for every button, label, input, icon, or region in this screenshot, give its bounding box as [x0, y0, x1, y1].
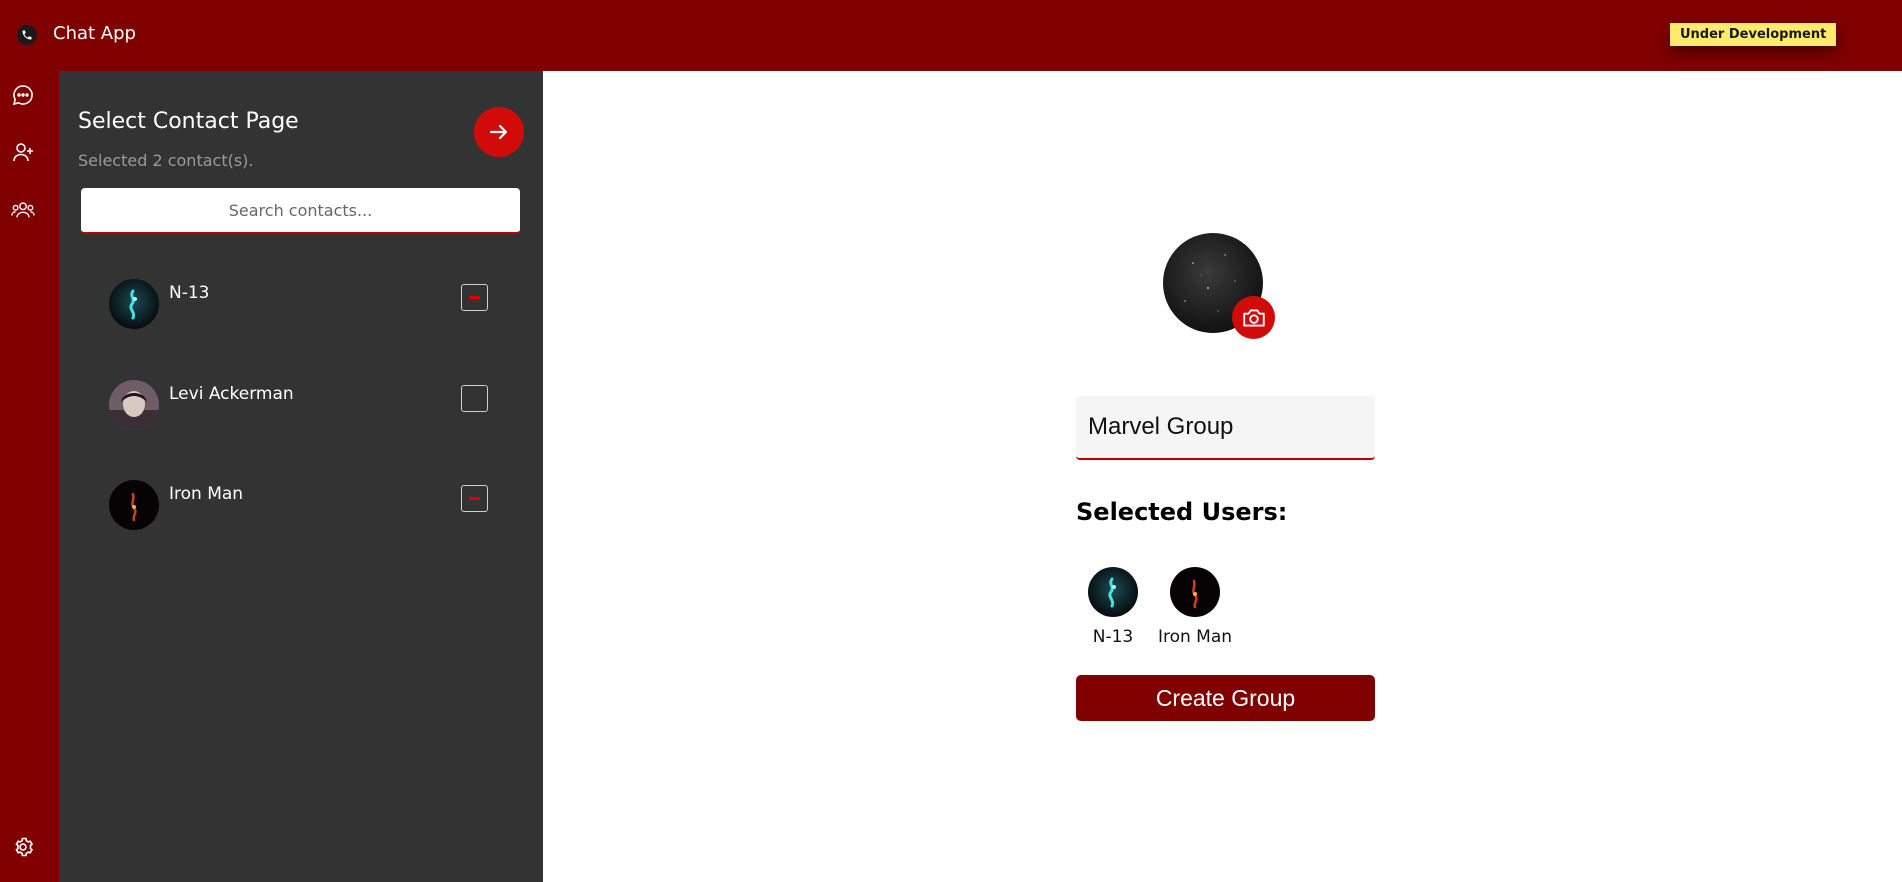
contact-item[interactable]: Levi Ackerman: [109, 380, 509, 440]
avatar: [1170, 567, 1220, 617]
create-group-button[interactable]: Create Group: [1076, 675, 1375, 721]
selected-users-heading: Selected Users:: [1076, 498, 1288, 526]
contact-panel: Select Contact Page Selected 2 contact(s…: [59, 71, 543, 882]
contact-checkbox[interactable]: [461, 284, 488, 311]
avatar: [109, 380, 159, 430]
selected-user-name: N-13: [1092, 627, 1134, 647]
contact-checkbox[interactable]: [461, 385, 488, 412]
checked-mark-icon: [469, 296, 480, 299]
app-logo-icon: [17, 25, 37, 45]
app-title: Chat App: [53, 23, 136, 44]
selected-count: Selected 2 contact(s).: [78, 151, 254, 170]
change-photo-button[interactable]: [1232, 296, 1275, 339]
left-rail: [0, 71, 59, 882]
group-icon[interactable]: [11, 198, 35, 222]
contact-name: Iron Man: [169, 484, 244, 504]
selected-user: Iron Man: [1150, 567, 1240, 647]
group-name-input[interactable]: [1076, 396, 1375, 460]
arrow-right-icon: [489, 124, 508, 140]
settings-icon[interactable]: [11, 835, 35, 859]
avatar: [109, 480, 159, 530]
selected-user: N-13: [1068, 567, 1158, 647]
contact-item[interactable]: N-13: [109, 279, 509, 339]
status-badge: Under Development: [1670, 23, 1837, 46]
search-input[interactable]: [81, 188, 520, 234]
chat-icon[interactable]: [11, 83, 35, 107]
top-bar: Chat App Under Development: [0, 0, 1902, 71]
contact-name: Levi Ackerman: [169, 384, 294, 404]
camera-icon: [1242, 308, 1265, 327]
panel-title: Select Contact Page: [78, 109, 299, 134]
avatar: [109, 279, 159, 329]
contact-name: N-13: [169, 283, 210, 303]
add-user-icon[interactable]: [11, 140, 35, 164]
avatar: [1088, 567, 1138, 617]
contact-checkbox[interactable]: [461, 485, 488, 512]
selected-user-name: Iron Man: [1157, 627, 1233, 647]
checked-mark-icon: [469, 497, 480, 500]
next-button[interactable]: [474, 107, 524, 157]
contact-item[interactable]: Iron Man: [109, 480, 509, 540]
